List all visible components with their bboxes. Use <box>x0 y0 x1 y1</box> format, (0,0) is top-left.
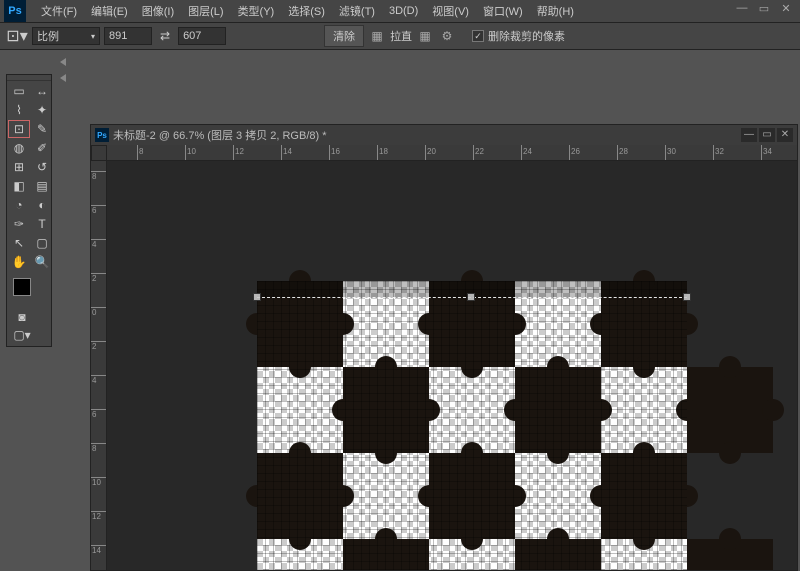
crop-handle-tr[interactable] <box>683 293 691 301</box>
ruler-corner <box>91 145 107 161</box>
brush-tool[interactable]: ✐ <box>31 139 53 157</box>
canvas[interactable] <box>257 281 687 570</box>
gradient-tool[interactable]: ▤ <box>31 177 53 195</box>
menu-3d[interactable]: 3D(D) <box>382 5 425 17</box>
blur-tool[interactable]: ◔ <box>8 196 30 214</box>
chevron-icon <box>60 58 66 66</box>
type-tool[interactable]: T <box>31 215 53 233</box>
delete-pixels-label: 删除裁剪的像素 <box>488 28 565 44</box>
gear-icon[interactable]: ⚙ <box>438 27 456 45</box>
dodge-tool[interactable]: ◐ <box>31 196 53 214</box>
document-title: 未标题-2 @ 66.7% (图层 3 拷贝 2, RGB/8) * <box>113 127 741 143</box>
marquee-tool[interactable]: ▭ <box>8 82 30 100</box>
maximize-button[interactable]: ▭ <box>756 2 772 16</box>
close-button[interactable]: ✕ <box>778 2 794 16</box>
delete-pixels-checkbox[interactable]: ✓ <box>472 30 484 42</box>
foreground-swatch[interactable] <box>13 278 31 296</box>
window-buttons: — ▭ ✕ <box>734 2 794 16</box>
move-tool[interactable]: ↔ <box>31 82 53 100</box>
crop-tool[interactable]: ⊡ <box>8 120 30 138</box>
doc-minimize[interactable]: — <box>741 128 757 142</box>
menu-file[interactable]: 文件(F) <box>34 3 84 19</box>
doc-icon: Ps <box>95 128 109 142</box>
quickmask-toggle[interactable]: ◙ <box>11 308 33 326</box>
crop-handle-tc[interactable] <box>467 293 475 301</box>
eyedropper-tool[interactable]: ✎ <box>31 120 53 138</box>
crop-height-input[interactable]: 607 <box>178 27 226 45</box>
canvas-area[interactable] <box>107 161 797 570</box>
wand-tool[interactable]: ✦ <box>31 101 53 119</box>
menu-image[interactable]: 图像(I) <box>135 3 181 19</box>
eraser-tool[interactable]: ◧ <box>8 177 30 195</box>
menu-select[interactable]: 选择(S) <box>281 3 332 19</box>
crop-tool-icon[interactable]: ⊡▾ <box>6 25 28 47</box>
document-titlebar[interactable]: Ps 未标题-2 @ 66.7% (图层 3 拷贝 2, RGB/8) * — … <box>91 125 797 145</box>
ruler-vertical[interactable]: 86420246810121416 <box>91 161 107 570</box>
hand-tool[interactable]: ✋ <box>8 253 30 271</box>
menu-layer[interactable]: 图层(L) <box>181 3 230 19</box>
panel-tab-well[interactable] <box>60 50 72 90</box>
lasso-tool[interactable]: ⌇ <box>8 101 30 119</box>
app-logo: Ps <box>4 0 26 22</box>
menu-filter[interactable]: 滤镜(T) <box>332 3 382 19</box>
options-bar: ⊡▾ 比例 891 ⇄ 607 清除 ▦ 拉直 ▦ ⚙ ✓ 删除裁剪的像素 <box>0 22 800 50</box>
overlay-icon[interactable]: ▦ <box>416 27 434 45</box>
crop-handle-tl[interactable] <box>253 293 261 301</box>
document-window: Ps 未标题-2 @ 66.7% (图层 3 拷贝 2, RGB/8) * — … <box>90 124 798 571</box>
clear-button[interactable]: 清除 <box>324 25 364 47</box>
heal-tool[interactable]: ◍ <box>8 139 30 157</box>
zoom-tool[interactable]: 🔍 <box>31 253 53 271</box>
chevron-icon <box>60 74 66 82</box>
ruler-horizontal[interactable]: 810121416182022242628303234 <box>107 145 797 161</box>
history-brush-tool[interactable]: ↺ <box>31 158 53 176</box>
minimize-button[interactable]: — <box>734 2 750 16</box>
shape-tool[interactable]: ▢ <box>31 234 53 252</box>
toolbox: ▭ ↔ ⌇ ✦ ⊡ ✎ ◍ ✐ ⊞ ↺ ◧ ▤ ◔ ◐ ✑ T ↖ ▢ ✋ 🔍 … <box>6 74 52 347</box>
path-tool[interactable]: ↖ <box>8 234 30 252</box>
crop-width-input[interactable]: 891 <box>104 27 152 45</box>
doc-maximize[interactable]: ▭ <box>759 128 775 142</box>
menu-window[interactable]: 窗口(W) <box>476 3 530 19</box>
screenmode-toggle[interactable]: ▢▾ <box>11 326 33 344</box>
doc-close[interactable]: ✕ <box>777 128 793 142</box>
menu-edit[interactable]: 编辑(E) <box>84 3 135 19</box>
swap-icon[interactable]: ⇄ <box>156 29 174 43</box>
straighten-icon[interactable]: ▦ <box>368 27 386 45</box>
image-content <box>257 281 687 570</box>
pen-tool[interactable]: ✑ <box>8 215 30 233</box>
menu-view[interactable]: 视图(V) <box>425 3 476 19</box>
straighten-label: 拉直 <box>390 28 412 44</box>
stamp-tool[interactable]: ⊞ <box>8 158 30 176</box>
menu-bar: Ps 文件(F) 编辑(E) 图像(I) 图层(L) 类型(Y) 选择(S) 滤… <box>0 0 800 22</box>
menu-help[interactable]: 帮助(H) <box>530 3 581 19</box>
menu-type[interactable]: 类型(Y) <box>231 3 282 19</box>
ratio-mode-select[interactable]: 比例 <box>32 27 100 45</box>
